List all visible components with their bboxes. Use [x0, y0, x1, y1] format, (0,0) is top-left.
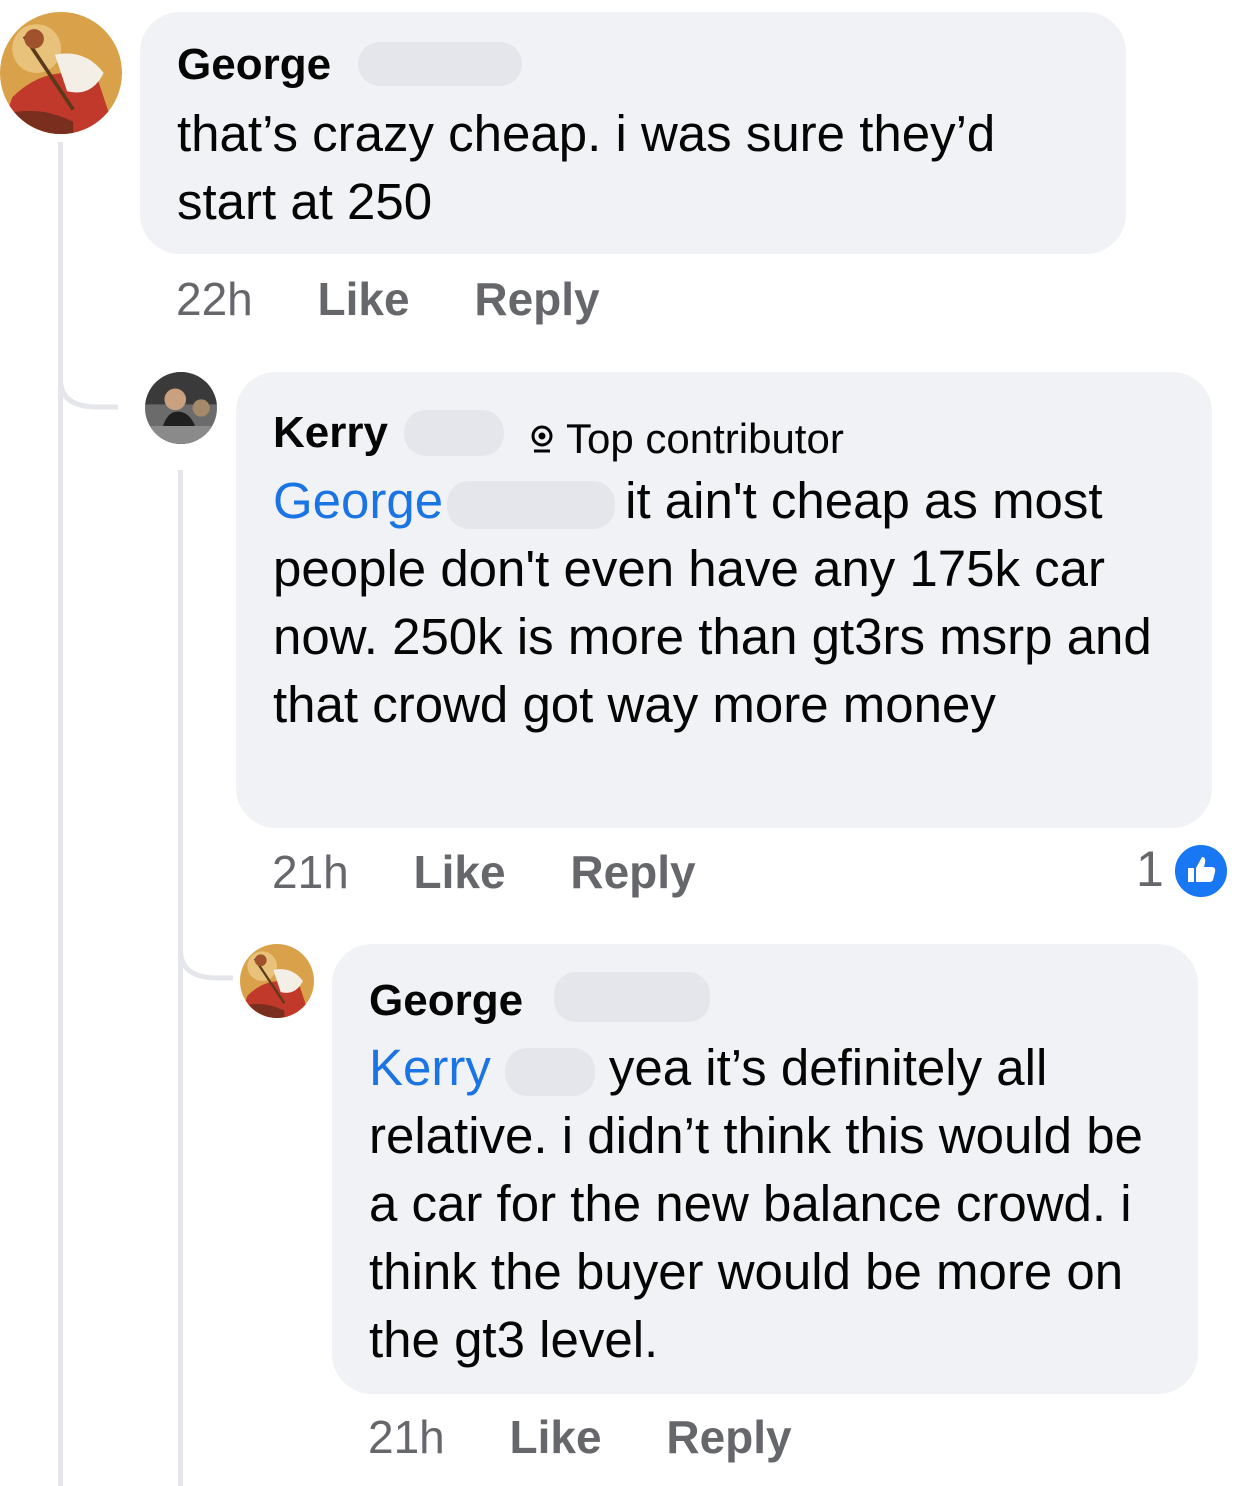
comment-author[interactable]: George [177, 40, 331, 90]
comment-timestamp[interactable]: 21h [368, 1410, 445, 1464]
comment-author[interactable]: George [369, 976, 523, 1026]
comment-actions-2: 21h Like Reply [272, 845, 696, 899]
reply-button[interactable]: Reply [474, 272, 599, 326]
like-button[interactable]: Like [318, 272, 410, 326]
like-button[interactable]: Like [414, 845, 506, 899]
thread-connector-1 [58, 340, 118, 410]
redacted-surname [358, 42, 522, 86]
mention-link[interactable]: Kerry [369, 1039, 491, 1096]
comment-actions-3: 21h Like Reply [368, 1410, 792, 1464]
comment-text-rest: people don't even have any 175k car now.… [273, 540, 1152, 733]
redacted-mention [504, 1047, 595, 1096]
comment-text: Kerry yea it’s definitely all relative. i… [369, 1034, 1184, 1374]
redacted-surname [404, 410, 504, 456]
comment-timestamp[interactable]: 21h [272, 845, 349, 899]
comment-author[interactable]: Kerry [273, 408, 388, 458]
redacted-mention [447, 480, 616, 529]
like-button[interactable]: Like [510, 1410, 602, 1464]
comment-bubble-1: George that’s crazy cheap. i was sure th… [140, 12, 1126, 254]
thumbs-up-icon [1188, 857, 1216, 882]
redacted-surname [554, 972, 710, 1022]
comment-bubble-3: George Kerry yea it’s definitely all rela… [332, 944, 1198, 1394]
reply-button[interactable]: Reply [570, 845, 695, 899]
comment-text-rest: relative. i didn’t think this would be a… [369, 1107, 1143, 1368]
avatar-george[interactable] [0, 12, 122, 134]
comment-text: George it ain't cheap as most people don'… [273, 467, 1198, 739]
mention-link[interactable]: George [273, 472, 443, 529]
reaction-count[interactable]: 1 [1136, 840, 1164, 898]
comment-text-first: yea it’s definitely all [608, 1039, 1048, 1096]
top-contributor-badge[interactable]: Top contributor [512, 414, 858, 464]
contributor-badge-icon [531, 425, 553, 453]
comment-actions-1: 22h Like Reply [176, 272, 600, 326]
like-reaction-badge[interactable] [1172, 842, 1230, 900]
comment-text-first: it ain't cheap as most [625, 472, 1103, 529]
avatar-george[interactable] [240, 944, 314, 1018]
reply-button[interactable]: Reply [666, 1410, 791, 1464]
comment-timestamp[interactable]: 22h [176, 272, 253, 326]
comment-bubble-2: Kerry Top contributor George it ain't che… [236, 372, 1212, 828]
badge-label: Top contributor [566, 415, 844, 462]
comment-text: that’s crazy cheap. i was sure they’d st… [177, 105, 996, 230]
avatar-kerry[interactable] [145, 372, 217, 444]
